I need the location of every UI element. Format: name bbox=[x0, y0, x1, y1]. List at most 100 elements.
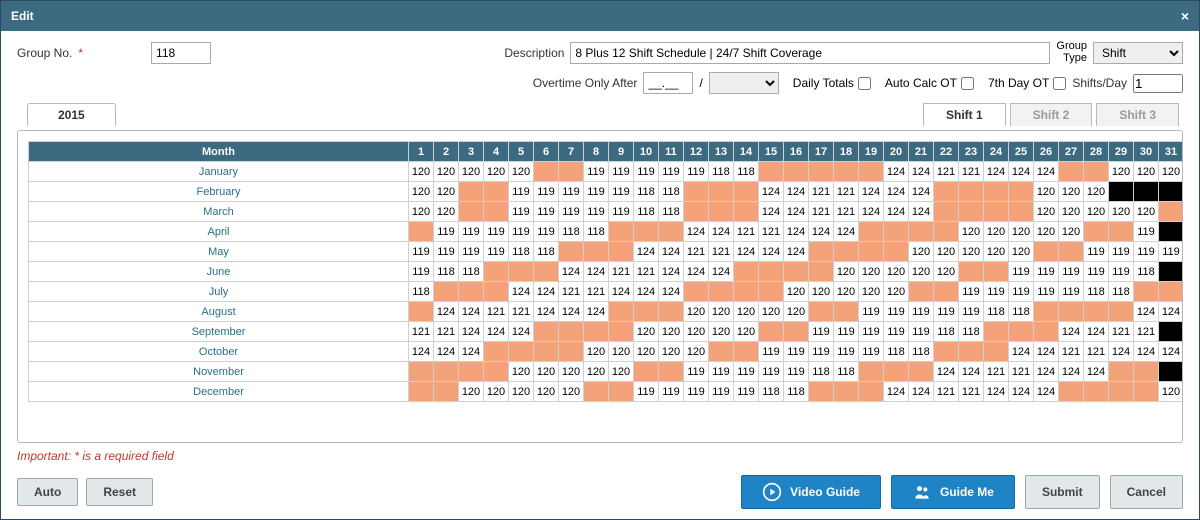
calendar-cell[interactable]: 120 bbox=[809, 282, 834, 302]
calendar-cell[interactable]: 119 bbox=[1059, 262, 1084, 282]
calendar-cell[interactable]: 118 bbox=[659, 202, 684, 222]
calendar-cell[interactable]: 120 bbox=[534, 382, 559, 402]
calendar-cell[interactable]: 118 bbox=[659, 182, 684, 202]
calendar-cell[interactable]: 120 bbox=[909, 242, 934, 262]
auto-calc-ot-checkbox[interactable] bbox=[961, 77, 974, 90]
calendar-cell[interactable]: 124 bbox=[709, 262, 734, 282]
calendar-cell[interactable]: 119 bbox=[1084, 262, 1109, 282]
calendar-cell[interactable] bbox=[909, 222, 934, 242]
calendar-cell[interactable]: 124 bbox=[1059, 322, 1084, 342]
calendar-cell[interactable]: 121 bbox=[409, 322, 434, 342]
year-tab[interactable]: 2015 bbox=[27, 103, 116, 126]
calendar-cell[interactable] bbox=[1034, 322, 1059, 342]
calendar-cell[interactable]: 121 bbox=[934, 162, 959, 182]
calendar-cell[interactable] bbox=[1084, 162, 1109, 182]
calendar-cell[interactable] bbox=[584, 382, 609, 402]
calendar-cell[interactable]: 118 bbox=[1084, 282, 1109, 302]
calendar-cell[interactable]: 119 bbox=[609, 202, 634, 222]
calendar-cell[interactable]: 118 bbox=[884, 342, 909, 362]
calendar-cell[interactable]: 121 bbox=[1134, 322, 1159, 342]
calendar-cell[interactable]: 119 bbox=[684, 382, 709, 402]
calendar-cell[interactable]: 118 bbox=[934, 322, 959, 342]
calendar-cell[interactable] bbox=[459, 202, 484, 222]
calendar-cell[interactable] bbox=[434, 382, 459, 402]
calendar-cell[interactable]: 120 bbox=[934, 262, 959, 282]
calendar-cell[interactable]: 121 bbox=[484, 302, 509, 322]
calendar-cell[interactable]: 124 bbox=[434, 342, 459, 362]
calendar-cell[interactable]: 124 bbox=[534, 302, 559, 322]
calendar-cell[interactable]: 124 bbox=[959, 362, 984, 382]
calendar-cell[interactable] bbox=[934, 222, 959, 242]
calendar-cell[interactable] bbox=[734, 342, 759, 362]
calendar-cell[interactable] bbox=[934, 282, 959, 302]
calendar-cell[interactable]: 124 bbox=[784, 242, 809, 262]
calendar-cell[interactable] bbox=[634, 222, 659, 242]
calendar-cell[interactable]: 124 bbox=[684, 222, 709, 242]
calendar-cell[interactable] bbox=[734, 262, 759, 282]
calendar-cell[interactable] bbox=[734, 282, 759, 302]
calendar-cell[interactable]: 119 bbox=[634, 162, 659, 182]
calendar-cell[interactable]: 120 bbox=[609, 362, 634, 382]
video-guide-button[interactable]: Video Guide bbox=[741, 475, 881, 509]
calendar-cell[interactable] bbox=[1059, 162, 1084, 182]
calendar-cell[interactable]: 118 bbox=[534, 242, 559, 262]
calendar-cell[interactable] bbox=[459, 362, 484, 382]
calendar-cell[interactable] bbox=[509, 262, 534, 282]
calendar-cell[interactable] bbox=[984, 322, 1009, 342]
calendar-cell[interactable] bbox=[584, 322, 609, 342]
calendar-cell[interactable]: 119 bbox=[434, 222, 459, 242]
calendar-cell[interactable] bbox=[1159, 262, 1183, 282]
calendar-cell[interactable] bbox=[559, 162, 584, 182]
calendar-cell[interactable]: 119 bbox=[834, 322, 859, 342]
calendar-cell[interactable]: 119 bbox=[1059, 282, 1084, 302]
calendar-cell[interactable]: 119 bbox=[734, 362, 759, 382]
calendar-cell[interactable]: 120 bbox=[434, 182, 459, 202]
calendar-cell[interactable] bbox=[834, 162, 859, 182]
calendar-cell[interactable] bbox=[784, 322, 809, 342]
calendar-cell[interactable]: 118 bbox=[634, 202, 659, 222]
calendar-cell[interactable]: 118 bbox=[559, 222, 584, 242]
calendar-cell[interactable]: 124 bbox=[1134, 342, 1159, 362]
calendar-cell[interactable] bbox=[809, 382, 834, 402]
calendar-cell[interactable]: 121 bbox=[959, 382, 984, 402]
calendar-cell[interactable]: 124 bbox=[784, 182, 809, 202]
calendar-cell[interactable]: 121 bbox=[709, 242, 734, 262]
calendar-cell[interactable]: 120 bbox=[1034, 202, 1059, 222]
calendar-cell[interactable]: 124 bbox=[659, 242, 684, 262]
calendar-cell[interactable]: 118 bbox=[1109, 282, 1134, 302]
calendar-cell[interactable]: 121 bbox=[734, 222, 759, 242]
calendar-cell[interactable]: 119 bbox=[709, 382, 734, 402]
calendar-cell[interactable] bbox=[1009, 322, 1034, 342]
calendar-cell[interactable]: 124 bbox=[684, 262, 709, 282]
calendar-cell[interactable] bbox=[684, 182, 709, 202]
calendar-cell[interactable]: 119 bbox=[509, 182, 534, 202]
calendar-cell[interactable] bbox=[784, 262, 809, 282]
calendar-cell[interactable] bbox=[709, 282, 734, 302]
calendar-cell[interactable] bbox=[659, 222, 684, 242]
calendar-cell[interactable]: 119 bbox=[409, 262, 434, 282]
calendar-cell[interactable] bbox=[459, 282, 484, 302]
calendar-cell[interactable]: 119 bbox=[859, 322, 884, 342]
calendar-cell[interactable]: 118 bbox=[459, 262, 484, 282]
calendar-cell[interactable]: 121 bbox=[1109, 322, 1134, 342]
calendar-cell[interactable] bbox=[1034, 302, 1059, 322]
calendar-cell[interactable]: 119 bbox=[834, 342, 859, 362]
calendar-cell[interactable]: 120 bbox=[434, 202, 459, 222]
calendar-cell[interactable] bbox=[684, 282, 709, 302]
calendar-cell[interactable]: 119 bbox=[934, 302, 959, 322]
calendar-cell[interactable]: 121 bbox=[1009, 362, 1034, 382]
auto-button[interactable]: Auto bbox=[17, 478, 78, 506]
calendar-cell[interactable]: 120 bbox=[509, 162, 534, 182]
group-no-input[interactable] bbox=[151, 42, 211, 64]
calendar-cell[interactable] bbox=[834, 302, 859, 322]
calendar-cell[interactable]: 120 bbox=[459, 382, 484, 402]
calendar-cell[interactable]: 119 bbox=[1009, 282, 1034, 302]
calendar-cell[interactable]: 120 bbox=[509, 362, 534, 382]
calendar-cell[interactable] bbox=[484, 202, 509, 222]
calendar-cell[interactable]: 124 bbox=[909, 382, 934, 402]
calendar-cell[interactable]: 124 bbox=[1034, 342, 1059, 362]
calendar-cell[interactable] bbox=[559, 342, 584, 362]
calendar-cell[interactable] bbox=[1159, 222, 1183, 242]
cancel-button[interactable]: Cancel bbox=[1110, 475, 1183, 509]
calendar-cell[interactable]: 119 bbox=[759, 342, 784, 362]
